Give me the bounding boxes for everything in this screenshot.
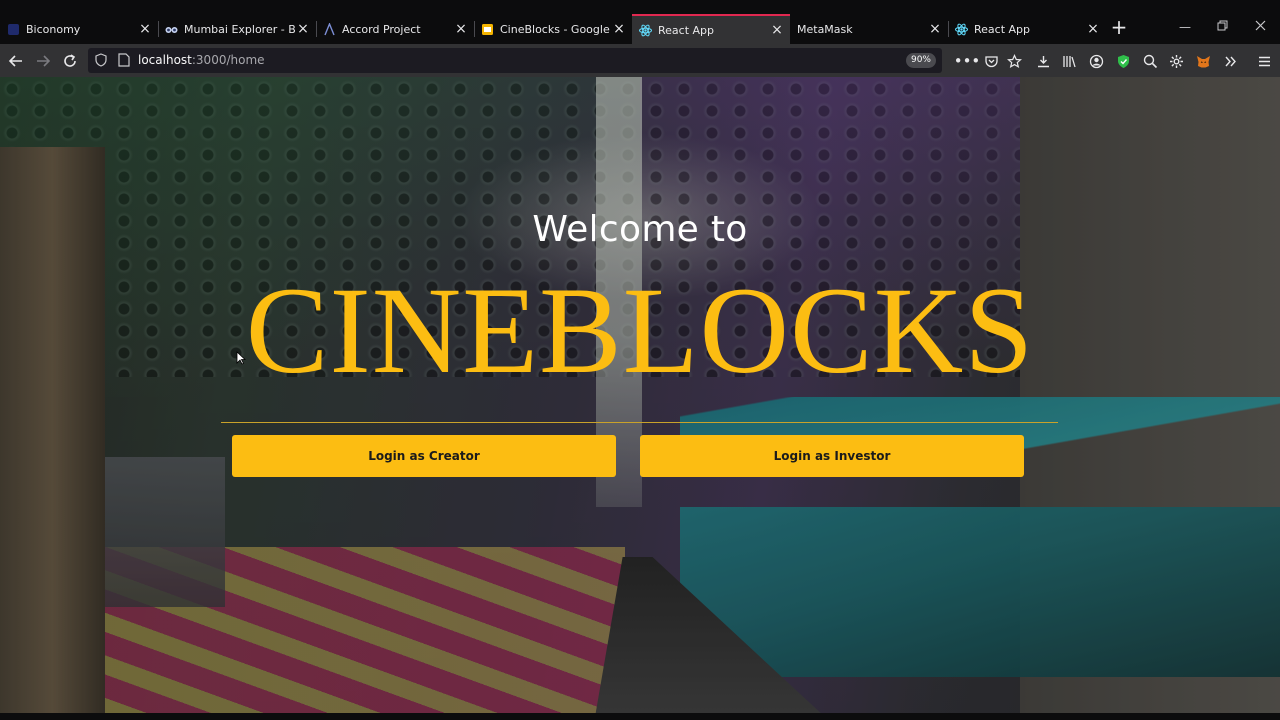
tab-title: Biconomy bbox=[26, 22, 81, 36]
forward-arrow-icon bbox=[37, 55, 51, 67]
minimize-icon[interactable]: — bbox=[1177, 20, 1193, 34]
close-icon[interactable]: × bbox=[454, 21, 468, 37]
new-tab-button[interactable]: + bbox=[1108, 17, 1130, 39]
slides-icon bbox=[481, 23, 494, 36]
react-icon bbox=[639, 24, 652, 37]
login-as-investor-button[interactable]: Login as Investor bbox=[640, 435, 1024, 477]
tab-strip: Biconomy × Mumbai Explorer - Bloc × Acco… bbox=[0, 0, 1280, 44]
tab-title: Mumbai Explorer - Bloc bbox=[184, 22, 296, 36]
react-icon bbox=[955, 23, 968, 36]
tab-react-app[interactable]: React App × bbox=[948, 14, 1106, 44]
close-icon[interactable]: × bbox=[770, 22, 784, 38]
mouse-cursor-icon bbox=[236, 351, 246, 365]
accord-icon bbox=[323, 22, 336, 36]
url-path: :3000/home bbox=[191, 53, 265, 67]
brand-title: CINEBLOCKS bbox=[245, 262, 1035, 399]
biconomy-icon bbox=[7, 23, 20, 36]
tab-cineblocks-slides[interactable]: CineBlocks - Google Slid × bbox=[474, 14, 632, 44]
close-icon[interactable]: × bbox=[612, 21, 626, 37]
back-button[interactable] bbox=[6, 51, 26, 71]
tab-react-app-active[interactable]: React App × bbox=[632, 14, 790, 44]
back-arrow-icon bbox=[8, 55, 22, 67]
tab-title: Accord Project bbox=[342, 22, 421, 36]
forward-button[interactable] bbox=[33, 51, 53, 71]
page-info-icon[interactable] bbox=[118, 53, 130, 67]
close-icon[interactable]: × bbox=[296, 21, 310, 37]
window-close-icon[interactable] bbox=[1252, 20, 1268, 34]
close-icon[interactable]: × bbox=[1086, 21, 1100, 37]
close-icon[interactable]: × bbox=[928, 21, 942, 37]
url-host: localhost bbox=[138, 53, 192, 67]
metamask-fox-icon[interactable] bbox=[1193, 51, 1213, 71]
overflow-menu-icon[interactable] bbox=[1220, 51, 1240, 71]
gear-icon[interactable] bbox=[1166, 51, 1186, 71]
tab-title: MetaMask bbox=[797, 22, 853, 36]
address-bar[interactable]: localhost:3000/home 90% bbox=[88, 48, 942, 73]
navigation-toolbar: localhost:3000/home 90% ••• bbox=[0, 44, 1280, 77]
binoculars-icon bbox=[165, 23, 178, 36]
tab-accord-project[interactable]: Accord Project × bbox=[316, 14, 475, 44]
tab-biconomy[interactable]: Biconomy × bbox=[0, 14, 159, 44]
tab-title: React App bbox=[974, 22, 1031, 36]
cineblocks-home-page: Welcome to CINEBLOCKS Login as Creator L… bbox=[0, 77, 1280, 713]
reload-button[interactable] bbox=[60, 51, 80, 71]
library-icon[interactable] bbox=[1059, 51, 1079, 71]
tab-title: CineBlocks - Google Slid bbox=[500, 22, 612, 36]
reload-icon bbox=[64, 54, 76, 67]
tab-mumbai-explorer[interactable]: Mumbai Explorer - Bloc × bbox=[158, 14, 317, 44]
downloads-icon[interactable] bbox=[1033, 51, 1053, 71]
welcome-heading: Welcome to bbox=[532, 209, 748, 250]
close-icon[interactable]: × bbox=[138, 21, 152, 37]
tab-title: React App bbox=[658, 23, 715, 37]
url-text[interactable]: localhost:3000/home bbox=[138, 53, 265, 67]
login-as-creator-button[interactable]: Login as Creator bbox=[232, 435, 616, 477]
account-icon[interactable] bbox=[1086, 51, 1106, 71]
restore-icon[interactable] bbox=[1214, 20, 1230, 34]
zoom-level-badge[interactable]: 90% bbox=[906, 53, 936, 68]
divider bbox=[221, 422, 1058, 423]
shield-extension-icon[interactable] bbox=[1113, 51, 1133, 71]
tracking-shield-icon[interactable] bbox=[94, 53, 108, 67]
search-icon[interactable] bbox=[1140, 51, 1160, 71]
bookmark-star-icon[interactable] bbox=[1004, 51, 1024, 71]
pocket-icon[interactable] bbox=[981, 51, 1001, 71]
page-actions-icon[interactable]: ••• bbox=[954, 51, 981, 71]
hamburger-menu-icon[interactable] bbox=[1254, 51, 1274, 71]
tab-metamask[interactable]: MetaMask × bbox=[790, 14, 949, 44]
